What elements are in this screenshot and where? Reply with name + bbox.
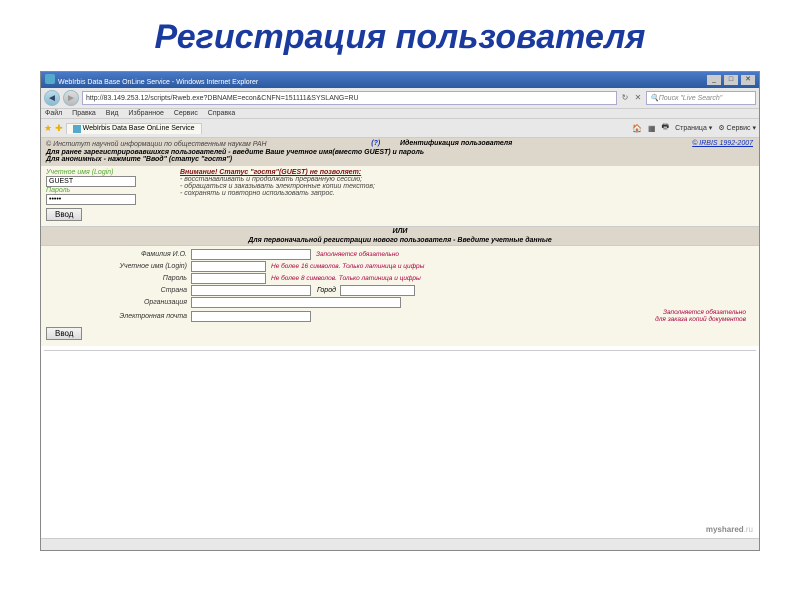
reg-login-label: Учетное имя (Login) [46,263,191,270]
reg-password-hint: Не более 8 символов. Только латиница и ц… [271,275,421,282]
login-submit-button[interactable]: Ввод [46,208,82,221]
fio-input[interactable] [191,249,311,260]
country-label: Страна [46,287,191,294]
page-menu[interactable]: Страница ▾ [675,124,712,132]
identification-title: Идентификация пользователя [400,140,512,147]
ie-icon [45,74,55,84]
guest-warning-2: - обращаться и заказывать электронные ко… [180,183,375,190]
window-titlebar: WebIrbis Data Base OnLine Service - Wind… [41,72,759,88]
forward-button[interactable]: ► [63,90,79,106]
guest-warning-3: - сохранять и повторно использовать запр… [180,190,375,197]
login-input[interactable] [46,176,136,187]
tab-bar: ★ ✚ WebIrbis Data Base OnLine Service 🏠 … [41,119,759,138]
email-hint: Заполняется обязательно для заказа копий… [655,309,754,323]
maximize-button[interactable]: □ [724,75,738,85]
menu-tools[interactable]: Сервис [174,110,198,117]
close-button[interactable]: ✕ [741,75,755,85]
login-section: Учетное имя (Login) Пароль Внимание! Ста… [41,166,759,226]
refresh-button[interactable]: ↻ [620,93,630,103]
status-bar [41,538,759,550]
page-content: © Институт научной информации по обществ… [41,138,759,538]
country-input[interactable] [191,285,311,296]
email-input[interactable] [191,311,311,322]
nav-toolbar: ◄ ► http://83.149.253.12/scripts/Rweb.ex… [41,88,759,109]
guest-warning-title: Внимание! Статус "гостя"(GUEST) не позво… [180,169,375,176]
login-label: Учетное имя (Login) [46,169,176,176]
fio-label: Фамилия И.О. [46,251,191,258]
home-icon[interactable]: 🏠 [632,124,642,133]
print-icon[interactable]: 🖶 [662,121,670,135]
browser-window: WebIrbis Data Base OnLine Service - Wind… [40,71,760,551]
browser-tab[interactable]: WebIrbis Data Base OnLine Service [66,123,202,134]
instructions-registered: Для ранее зарегистрировавшихся пользоват… [46,149,754,156]
menu-help[interactable]: Справка [208,110,235,117]
org-label: Организация [46,299,191,306]
favorites-icon[interactable]: ★ [44,123,52,134]
irbis-copyright-link[interactable]: © IRBIS 1992-2007 [692,140,753,147]
reg-password-label: Пароль [46,275,191,282]
header-box: © Институт научной информации по обществ… [41,138,759,166]
reg-password-input[interactable] [191,273,266,284]
window-controls: _ □ ✕ [706,75,755,85]
slide-title: Регистрация пользователя [0,0,800,71]
address-bar[interactable]: http://83.149.253.12/scripts/Rweb.exe?DB… [82,91,617,105]
org-input[interactable] [191,297,401,308]
instructions-anonymous: Для анонимных - нажмите "Ввод" (статус "… [46,156,754,163]
add-favorite-icon[interactable]: ✚ [55,123,63,134]
register-submit-button[interactable]: Ввод [46,327,82,340]
watermark: myshared.ru [706,525,753,534]
menu-edit[interactable]: Правка [72,110,96,117]
service-menu[interactable]: ⚙ Сервис ▾ [718,124,756,132]
password-input[interactable] [46,194,136,205]
minimize-button[interactable]: _ [707,75,721,85]
password-label: Пароль [46,187,176,194]
registration-header: Для первоначальной регистрации нового по… [41,236,759,246]
registration-form: Фамилия И.О. Заполняется обязательно Уче… [41,246,759,346]
reg-login-input[interactable] [191,261,266,272]
reg-login-hint: Не более 16 символов. Только латиница и … [271,263,424,270]
city-input[interactable] [340,285,415,296]
search-box[interactable]: 🔍 Поиск "Live Search" [646,91,756,105]
window-title: WebIrbis Data Base OnLine Service - Wind… [58,79,258,86]
help-link[interactable]: (?) [371,140,380,147]
menu-view[interactable]: Вид [106,110,119,117]
city-label: Город [317,287,336,294]
guest-warning-1: - восстанавливать и продолжать прерванну… [180,176,375,183]
or-divider: ИЛИ [41,226,759,236]
stop-button[interactable]: ✕ [633,93,643,103]
menu-favorites[interactable]: Избранное [128,110,163,117]
tab-icon [73,125,81,133]
feed-icon[interactable]: ▦ [648,124,656,133]
back-button[interactable]: ◄ [44,90,60,106]
email-label: Электронная почта [46,313,191,320]
fio-hint: Заполняется обязательно [316,251,399,258]
menu-bar: Файл Правка Вид Избранное Сервис Справка [41,109,759,119]
menu-file[interactable]: Файл [45,110,62,117]
